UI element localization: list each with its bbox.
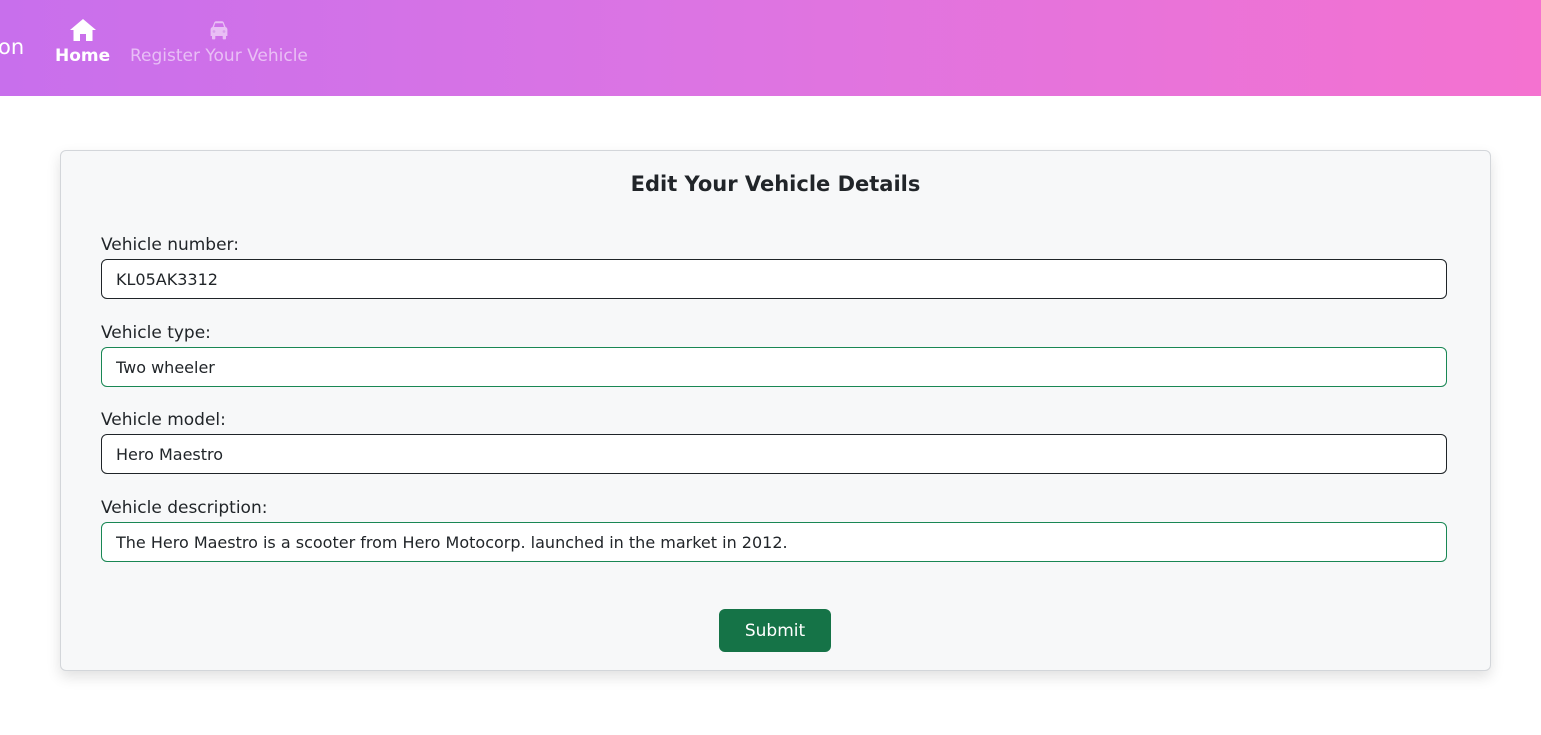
vehicle-description-label: Vehicle description: [101,498,268,518]
nav-item-label: Home [55,46,111,66]
vehicle-model-input[interactable] [101,434,1447,474]
vehicle-number-input[interactable] [101,259,1447,299]
home-icon [69,19,96,41]
form-title: Edit Your Vehicle Details [630,172,921,196]
brand-name[interactable]: on [0,34,24,60]
vehicle-type-label: Vehicle type: [101,323,211,343]
submit-button[interactable]: Submit [719,609,831,652]
nav-item-register-vehicle[interactable]: Register Your Vehicle [130,18,308,66]
navbar: on Home Register Your Vehicle [0,0,1541,96]
vehicle-model-label: Vehicle model: [101,410,226,430]
car-icon [210,21,228,40]
vehicle-type-input[interactable] [101,347,1447,387]
nav-item-label: Register Your Vehicle [130,46,308,66]
nav-item-home[interactable]: Home [55,18,110,66]
vehicle-number-label: Vehicle number: [101,235,239,255]
vehicle-description-input[interactable] [101,522,1447,562]
edit-vehicle-form-card: Edit Your Vehicle Details Vehicle number… [60,150,1491,671]
